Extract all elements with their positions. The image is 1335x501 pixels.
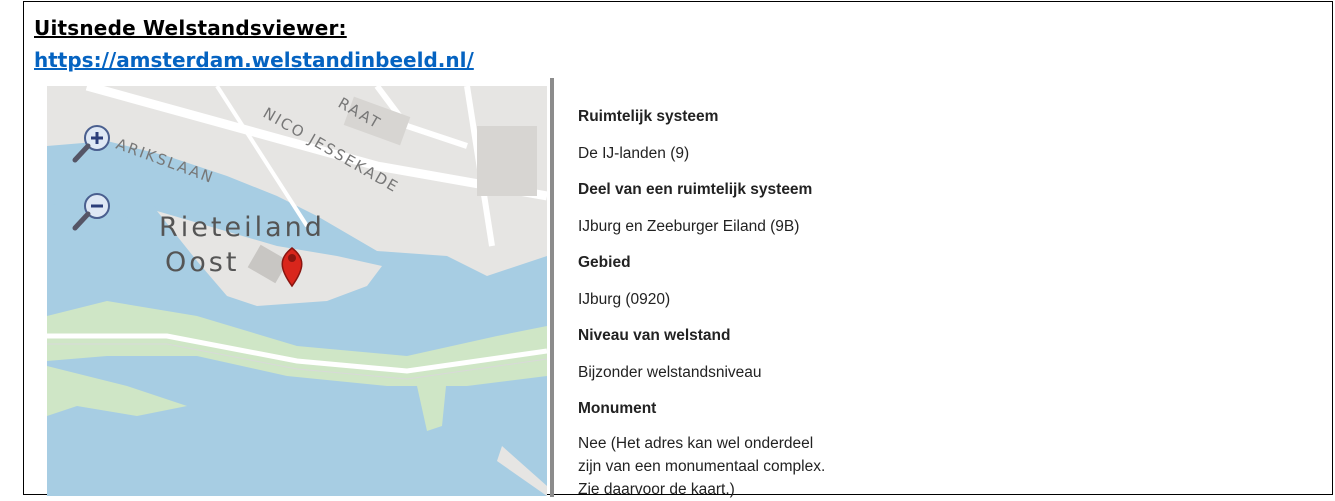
field-value: IJburg (0920) [578,290,671,308]
field-value: IJburg en Zeeburger Eiland (9B) [578,217,800,235]
column-divider [550,78,554,497]
page-title: Uitsnede Welstandsviewer: [34,16,347,40]
viewer-link[interactable]: https://amsterdam.welstandinbeeld.nl/ [34,48,474,72]
field-value: Bijzonder welstandsniveau [578,363,762,381]
field-label: Niveau van welstand [578,327,731,344]
map-view[interactable]: Rieteiland Oost NICO JESSEKADE ARIKSLAAN… [47,86,547,496]
info-panel: Ruimtelijk systeem De IJ-landen (9) Deel… [578,103,1098,501]
map-label-rieteiland: Rieteiland [159,212,325,243]
zoom-out-icon [72,193,110,231]
zoom-in-button[interactable] [71,124,113,171]
map-label-oost: Oost [165,247,239,278]
map-canvas: Rieteiland Oost NICO JESSEKADE ARIKSLAAN… [47,86,547,496]
monument-label: Monument [578,400,657,417]
field-value: De IJ-landen (9) [578,144,690,162]
field-label: Deel van een ruimtelijk systeem [578,181,813,198]
monument-value-line: zijn van een monumentaal complex. [578,457,826,475]
zoom-in-icon [72,125,110,163]
monument-value-line: Nee (Het adres kan wel onderdeel [578,434,814,452]
zoom-out-button[interactable] [71,192,113,239]
monument-value-line: Zie daarvoor de kaart.) [578,480,735,498]
field-label: Ruimtelijk systeem [578,108,719,125]
field-label: Gebied [578,254,631,271]
